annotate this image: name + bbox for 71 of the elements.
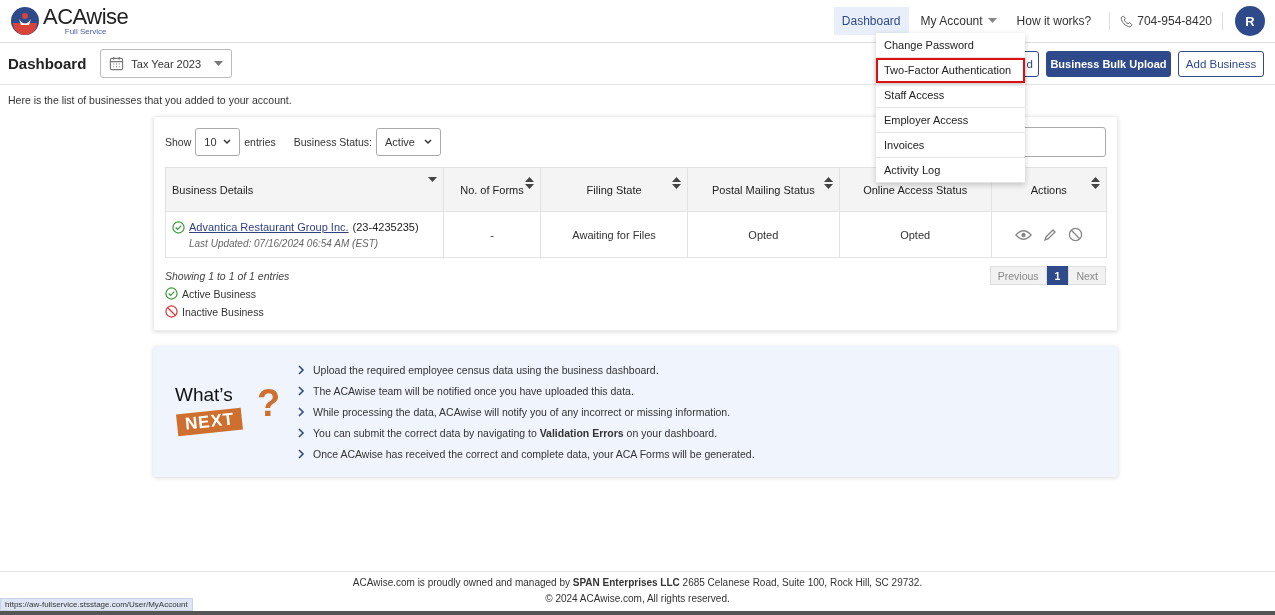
menu-item[interactable]: Two-Factor Authentication (876, 58, 1025, 83)
entries-info: Showing 1 to 1 of 1 entries (165, 269, 290, 282)
chevron-icon (298, 364, 305, 375)
ban-icon[interactable] (1067, 227, 1083, 242)
chevron-icon (298, 385, 305, 396)
caret-icon (987, 18, 997, 24)
phone-icon (1120, 14, 1134, 28)
entries-label: entries (244, 136, 276, 148)
footer-text: ACAwise.com is proudly owned and managed by SPAN Enterprises LLC 2685 Celanese Road, Suite 100, Rock Hill, SC 29732. (351, 577, 924, 588)
show-label: Show (165, 136, 192, 148)
status-select[interactable]: Active (376, 128, 441, 156)
phone-number: 704-954-8420 (1137, 14, 1212, 28)
pagination-button[interactable]: 1 (1046, 266, 1069, 285)
pencil-icon[interactable] (1042, 227, 1057, 242)
page-title: Dashboard (8, 55, 87, 72)
column-header[interactable]: Postal Mailing Status (687, 167, 840, 212)
chevron-icon (298, 448, 305, 459)
logo-tagline: Full Service (64, 28, 107, 36)
menu-item[interactable]: Staff Access (876, 83, 1025, 108)
logo-name: ACAwise (43, 6, 129, 28)
step-text: The ACAwise team will be notified once you have uploaded this data. (313, 384, 634, 397)
ban-icon (165, 305, 178, 318)
page-size-select[interactable]: 10 (195, 128, 241, 156)
legend-label: Inactive Business (182, 305, 264, 318)
eye-icon[interactable] (1014, 228, 1032, 241)
nav-link[interactable]: Dashboard (833, 7, 909, 35)
nav-link[interactable]: How it works? (1008, 7, 1100, 35)
column-header[interactable]: Business Details (165, 167, 444, 212)
footer-text: © 2024 ACAwise.com, All rights reserved. (544, 593, 731, 604)
status-url: https://aw-fullservice.stsstage.com/User/MyAccount (0, 598, 193, 611)
logo-icon (10, 6, 40, 36)
last-updated-text: Last Updated: 07/16/2024 06:54 AM (EST) (189, 237, 380, 249)
business-link[interactable]: Advantica Restaurant Group Inc. (189, 221, 349, 233)
chevron-icon (424, 139, 432, 145)
chevron-icon (223, 139, 232, 145)
step-text: While processing the data, ACAwise will notify you of any incorrect or missing information. (313, 405, 731, 418)
status-label: Business Status: (293, 136, 372, 148)
intro-text: Here is the list of businesses that you added to your account. (8, 94, 292, 106)
legend-label: Active Business (182, 287, 257, 300)
step-text: Once ACAwise has received the correct and complete data, your ACA Forms will be generated. (313, 447, 755, 460)
column-header[interactable]: No. of Forms (443, 167, 541, 212)
caret-icon (214, 60, 224, 67)
sort-icon (823, 177, 833, 189)
sort-icon (1091, 177, 1100, 189)
nav-link[interactable]: My Account (912, 7, 1005, 35)
calendar-icon (109, 56, 125, 71)
question-mark: ? (257, 381, 281, 425)
tax-year-select[interactable]: Tax Year 2023 (100, 49, 233, 78)
table-cell: - (443, 211, 541, 258)
toolbar-button[interactable]: Add Business (1178, 50, 1264, 77)
step-text: You can submit the correct data by navigating to Validation Errors on your dashboard. (313, 426, 718, 439)
badge-word: What’s (175, 383, 233, 406)
table-cell: Opted (687, 211, 840, 258)
sort-icon (525, 177, 535, 189)
sort-desc-icon (427, 177, 437, 183)
chevron-icon (298, 406, 305, 417)
table-cell: Awaiting for Files (540, 211, 688, 258)
menu-item[interactable]: Employer Access (876, 108, 1025, 133)
menu-item[interactable]: Change Password (876, 33, 1025, 58)
avatar-button[interactable]: R (1235, 6, 1265, 36)
ein-text: (23-4235235) (352, 221, 419, 233)
toolbar-button[interactable]: Business Bulk Upload (1046, 50, 1171, 77)
check-circle-icon (165, 287, 178, 300)
table-cell: Opted (839, 211, 992, 258)
menu-item[interactable]: Activity Log (876, 158, 1025, 183)
column-header[interactable]: Filing State (540, 167, 688, 212)
step-text: Upload the required employee census data using the business dashboard. (313, 363, 659, 376)
next-badge: NEXT (176, 407, 244, 436)
chevron-icon (298, 427, 305, 438)
sort-icon (671, 177, 681, 189)
menu-item[interactable]: Invoices (876, 133, 1025, 158)
